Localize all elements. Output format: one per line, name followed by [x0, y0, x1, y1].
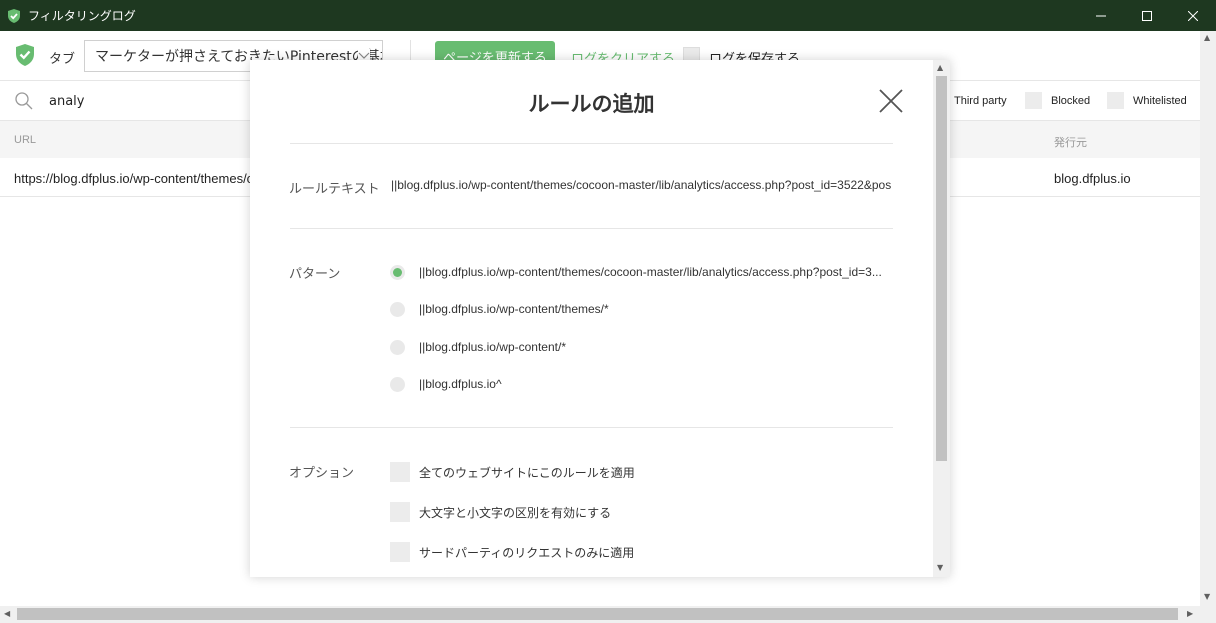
horizontal-scroll-thumb[interactable] [17, 608, 1178, 620]
divider [290, 228, 893, 229]
search-input[interactable] [49, 91, 239, 111]
maximize-button[interactable] [1124, 0, 1170, 31]
scroll-up-icon[interactable]: ▲ [1204, 33, 1210, 42]
pattern-label: パターン [289, 267, 341, 282]
pattern-radio-0[interactable] [390, 265, 405, 280]
column-header-url[interactable]: URL [14, 134, 36, 146]
divider [290, 427, 893, 428]
title-bar: フィルタリングログ [0, 0, 1216, 31]
options-label: オプション [289, 466, 355, 481]
close-icon [1188, 10, 1198, 21]
minimize-icon [1096, 15, 1106, 16]
pattern-option-label[interactable]: ||blog.dfplus.io/wp-content/themes/* [419, 302, 894, 316]
close-window-button[interactable] [1170, 0, 1216, 31]
option-label[interactable]: 全てのウェブサイトにこのルールを適用 [419, 464, 635, 481]
maximize-icon [1142, 10, 1152, 21]
option-checkbox-third-party[interactable] [390, 542, 410, 562]
scroll-right-icon[interactable]: ▶ [1187, 609, 1193, 618]
horizontal-scrollbar[interactable]: ◀ ▶ [0, 606, 1216, 623]
window-title: フィルタリングログ [28, 9, 136, 23]
shield-check-icon [16, 44, 34, 66]
whitelisted-label: Whitelisted [1133, 95, 1187, 107]
rule-text[interactable]: ||blog.dfplus.io/wp-content/themes/cocoo… [391, 178, 891, 192]
pattern-radio-3[interactable] [390, 377, 405, 392]
dialog-title: ルールの追加 [528, 92, 655, 116]
main-vertical-scrollbar[interactable]: ▲ ▼ [1200, 31, 1216, 606]
scroll-left-icon[interactable]: ◀ [4, 609, 10, 618]
scroll-down-icon[interactable]: ▼ [1204, 592, 1210, 601]
pattern-option-label[interactable]: ||blog.dfplus.io/wp-content/themes/cocoo… [419, 265, 894, 279]
rule-text-label: ルールテキスト [289, 182, 380, 197]
blocked-label: Blocked [1051, 95, 1091, 107]
dialog-scrollbar[interactable]: ▲ ▼ [933, 60, 950, 577]
row-url: https://blog.dfplus.io/wp-content/themes… [14, 171, 250, 186]
blocked-checkbox[interactable] [1025, 92, 1042, 109]
divider [290, 143, 893, 144]
tab-label: タブ [49, 52, 76, 67]
option-label[interactable]: サードパーティのリクエストのみに適用 [419, 544, 634, 561]
option-label[interactable]: 大文字と小文字の区別を有効にする [419, 504, 611, 521]
pattern-radio-2[interactable] [390, 340, 405, 355]
option-checkbox-all-sites[interactable] [390, 462, 410, 482]
add-rule-dialog: ルールの追加 ルールテキスト ||blog.dfplus.io/wp-conte… [250, 60, 950, 577]
scroll-down-icon[interactable]: ▼ [937, 563, 943, 572]
scroll-up-icon[interactable]: ▲ [937, 63, 943, 72]
minimize-button[interactable] [1078, 0, 1124, 31]
shield-check-icon [8, 8, 20, 23]
row-source: blog.dfplus.io [1054, 171, 1131, 186]
column-header-source[interactable]: 発行元 [1054, 134, 1087, 150]
pattern-option-label[interactable]: ||blog.dfplus.io/wp-content/* [419, 340, 894, 354]
search-icon [15, 92, 33, 110]
dialog-scroll-thumb[interactable] [936, 76, 947, 461]
close-icon[interactable] [878, 88, 904, 114]
pattern-radio-1[interactable] [390, 302, 405, 317]
whitelisted-checkbox[interactable] [1107, 92, 1124, 109]
pattern-option-label[interactable]: ||blog.dfplus.io^ [419, 377, 894, 391]
third-party-label: Third party [954, 95, 1007, 107]
option-checkbox-case-sensitive[interactable] [390, 502, 410, 522]
